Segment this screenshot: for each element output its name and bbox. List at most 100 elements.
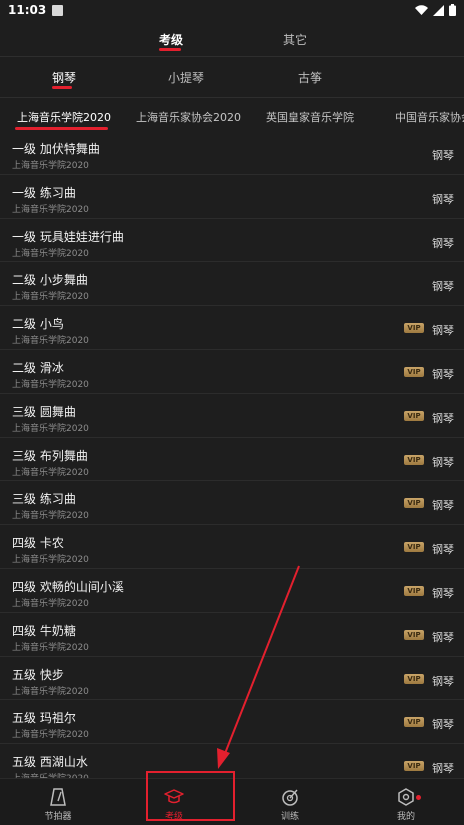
piece-title: 三级 练习曲 xyxy=(12,492,76,507)
tab-school-shanghai-conservatory[interactable]: 上海音乐学院2020 xyxy=(17,109,111,125)
piece-title: 五级 玛祖尔 xyxy=(12,711,76,726)
vip-badge: VIP xyxy=(404,717,424,728)
list-item[interactable]: 三级 练习曲上海音乐学院2020 VIP 钢琴 xyxy=(0,481,464,526)
vip-badge: VIP xyxy=(404,542,424,553)
vip-badge: VIP xyxy=(404,454,424,465)
piece-instrument: 钢琴 xyxy=(432,718,454,732)
piece-title: 一级 玩具娃娃进行曲 xyxy=(12,229,124,244)
tab-exam[interactable]: 考级 xyxy=(159,31,183,48)
piece-list: 一级 加伏特舞曲 上海音乐学院2020 钢琴 一级 练习曲 上海音乐学院2020 钢琴 一级… xyxy=(0,131,464,788)
nav-profile[interactable]: 我的 xyxy=(348,779,464,825)
vip-badge: VIP xyxy=(404,761,424,772)
highlight-box xyxy=(146,771,235,821)
status-bar: 11:03 xyxy=(0,0,464,20)
piece-title: 四级 卡农 xyxy=(12,536,64,551)
piece-instrument: 钢琴 xyxy=(432,762,454,776)
list-item[interactable]: 四级 牛奶糖上海音乐学院2020 VIP 钢琴 xyxy=(0,613,464,657)
piece-source: 上海音乐学院2020 xyxy=(12,423,89,434)
tab-piano-indicator xyxy=(52,86,72,89)
piece-instrument: 钢琴 xyxy=(432,192,454,206)
piece-title: 三级 布列舞曲 xyxy=(12,448,88,463)
piece-instrument: 钢琴 xyxy=(432,499,454,513)
piece-source: 上海音乐学院2020 xyxy=(12,379,89,390)
profile-hexagon-icon xyxy=(398,788,414,806)
tab-school-shanghai-musicians[interactable]: 上海音乐家协会2020 xyxy=(136,109,241,125)
nav-metronome-label: 节拍器 xyxy=(44,812,72,822)
piece-title: 四级 欢畅的山间小溪 xyxy=(12,579,124,594)
tab-guzheng[interactable]: 古筝 xyxy=(298,69,322,86)
piece-source: 上海音乐学院2020 xyxy=(12,511,89,522)
notification-app-icon xyxy=(52,4,64,16)
list-item[interactable]: 二级 滑冰上海音乐学院2020 VIP 钢琴 xyxy=(0,350,464,394)
piece-instrument: 钢琴 xyxy=(432,280,454,294)
piece-source: 上海音乐学院2020 xyxy=(12,336,89,347)
status-icons xyxy=(415,4,456,16)
piece-source: 上海音乐学院2020 xyxy=(12,161,89,171)
list-item[interactable]: 一级 玩具娃娃进行曲上海音乐学院2020 钢琴 xyxy=(0,219,464,263)
piece-title: 一级 练习曲 xyxy=(12,185,76,200)
piece-instrument: 钢琴 xyxy=(432,543,454,557)
vip-badge: VIP xyxy=(404,410,424,421)
nav-training[interactable]: 训练 xyxy=(232,779,348,825)
list-item[interactable]: 三级 圆舞曲 上海音乐学院2020 VIP 钢琴 xyxy=(0,394,464,438)
piece-title: 一级 加伏特舞曲 xyxy=(12,142,100,156)
vip-badge: VIP xyxy=(404,366,424,377)
nav-profile-label: 我的 xyxy=(396,812,415,822)
piece-title: 四级 牛奶糖 xyxy=(12,623,76,638)
status-time: 11:03 xyxy=(8,3,47,17)
list-item[interactable]: 四级 欢畅的山间小溪上海音乐学院2020 VIP 钢琴 xyxy=(0,569,464,613)
battery-icon xyxy=(449,4,456,16)
list-item[interactable]: 四级 卡农上海音乐学院2020 VIP 钢琴 xyxy=(0,525,464,569)
target-icon xyxy=(282,789,298,806)
piece-source: 上海音乐学院2020 xyxy=(12,642,89,653)
vip-badge: VIP xyxy=(404,585,424,596)
piece-instrument: 钢琴 xyxy=(432,236,454,250)
list-item[interactable]: 五级 玛祖尔上海音乐学院2020 VIP 钢琴 xyxy=(0,700,464,745)
piece-source: 上海音乐学院2020 xyxy=(12,555,89,566)
top-tabs: 考级 其它 xyxy=(0,20,464,56)
piece-title: 五级 快步 xyxy=(12,667,64,682)
vip-badge: VIP xyxy=(404,629,424,640)
vip-badge: VIP xyxy=(404,498,424,509)
tab-school-china-musicians[interactable]: 中国音乐家协会 xyxy=(395,109,464,125)
list-item[interactable]: 二级 小鸟上海音乐学院2020 VIP 钢琴 xyxy=(0,306,464,350)
list-item[interactable]: 一级 加伏特舞曲 上海音乐学院2020 钢琴 xyxy=(0,131,464,175)
school-tabs: 上海音乐学院2020 上海音乐家协会2020 英国皇家音乐学院 中国音乐家协会 xyxy=(0,98,464,134)
notification-dot xyxy=(416,795,421,800)
list-item[interactable]: 五级 快步 上海音乐学院2020 VIP 钢琴 xyxy=(0,657,464,701)
piece-instrument: 钢琴 xyxy=(432,367,454,381)
piece-source: 上海音乐学院2020 xyxy=(12,730,89,741)
piece-instrument: 钢琴 xyxy=(432,411,454,425)
tab-violin[interactable]: 小提琴 xyxy=(168,69,204,86)
signal-icon xyxy=(433,4,444,16)
list-item[interactable]: 二级 小步舞曲上海音乐学院2020 钢琴 xyxy=(0,262,464,307)
piece-source: 上海音乐学院2020 xyxy=(12,686,89,697)
tab-piano[interactable]: 钢琴 xyxy=(52,69,76,86)
tab-other[interactable]: 其它 xyxy=(283,31,307,48)
piece-title: 二级 小步舞曲 xyxy=(12,273,88,288)
piece-source: 上海音乐学院2020 xyxy=(12,598,89,609)
piece-source: 上海音乐学院2020 xyxy=(12,204,89,215)
piece-source: 上海音乐学院2020 xyxy=(12,292,89,303)
vip-badge: VIP xyxy=(404,673,424,684)
nav-metronome[interactable]: 节拍器 xyxy=(0,779,116,825)
piece-instrument: 钢琴 xyxy=(432,455,454,469)
metronome-icon xyxy=(50,788,66,806)
piece-instrument: 钢琴 xyxy=(432,630,454,644)
tab-school-indicator xyxy=(15,127,108,130)
piece-instrument: 钢琴 xyxy=(432,586,454,600)
wifi-icon xyxy=(415,4,428,15)
tab-school-abrsm[interactable]: 英国皇家音乐学院 xyxy=(266,109,354,125)
nav-training-label: 训练 xyxy=(280,812,299,822)
vip-badge: VIP xyxy=(404,323,424,334)
piece-instrument: 钢琴 xyxy=(432,324,454,338)
tab-exam-indicator xyxy=(159,48,181,51)
list-item[interactable]: 三级 布列舞曲上海音乐学院2020 VIP 钢琴 xyxy=(0,438,464,482)
piece-title: 五级 西湖山水 xyxy=(12,755,88,770)
instrument-tabs: 钢琴 小提琴 古筝 xyxy=(0,57,464,97)
piece-source: 上海音乐学院2020 xyxy=(12,248,89,259)
list-item[interactable]: 一级 练习曲上海音乐学院2020 钢琴 xyxy=(0,175,464,219)
piece-title: 二级 小鸟 xyxy=(12,317,64,332)
piece-source: 上海音乐学院2020 xyxy=(12,467,89,478)
piece-title: 二级 滑冰 xyxy=(12,360,64,375)
